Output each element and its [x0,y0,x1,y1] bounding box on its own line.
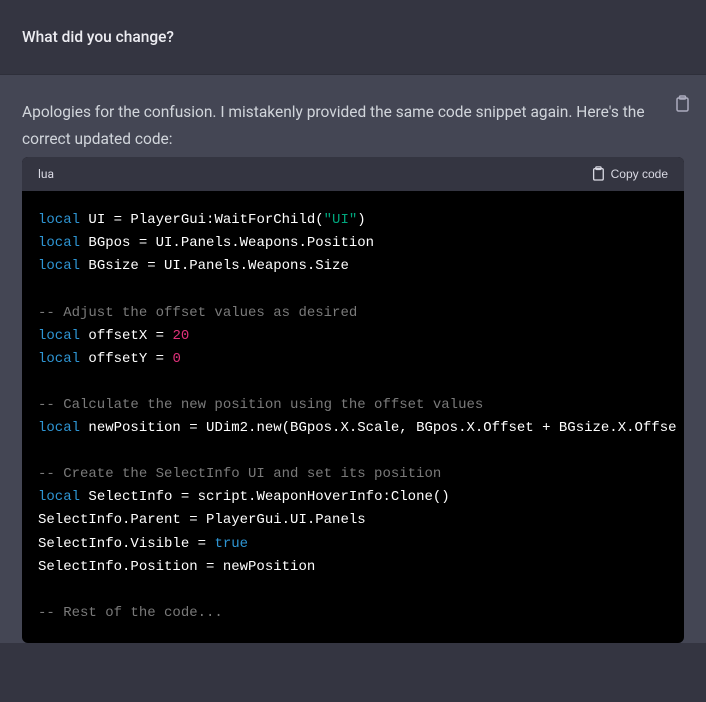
user-message-text: What did you change? [22,28,684,46]
copy-code-button[interactable]: Copy code [591,166,668,182]
clipboard-icon[interactable] [674,95,690,113]
code-content: local UI = PlayerGui:WaitForChild("UI") … [22,191,684,643]
copy-code-label: Copy code [611,167,668,181]
clipboard-icon [591,166,605,182]
assistant-message: Apologies for the confusion. I mistakenl… [0,75,706,643]
user-message: What did you change? [0,0,706,75]
code-language-label: lua [38,167,54,181]
assistant-intro-text: Apologies for the confusion. I mistakenl… [22,103,645,148]
code-block: lua Copy code local UI = PlayerGui:WaitF… [22,157,684,643]
code-header: lua Copy code [22,157,684,191]
